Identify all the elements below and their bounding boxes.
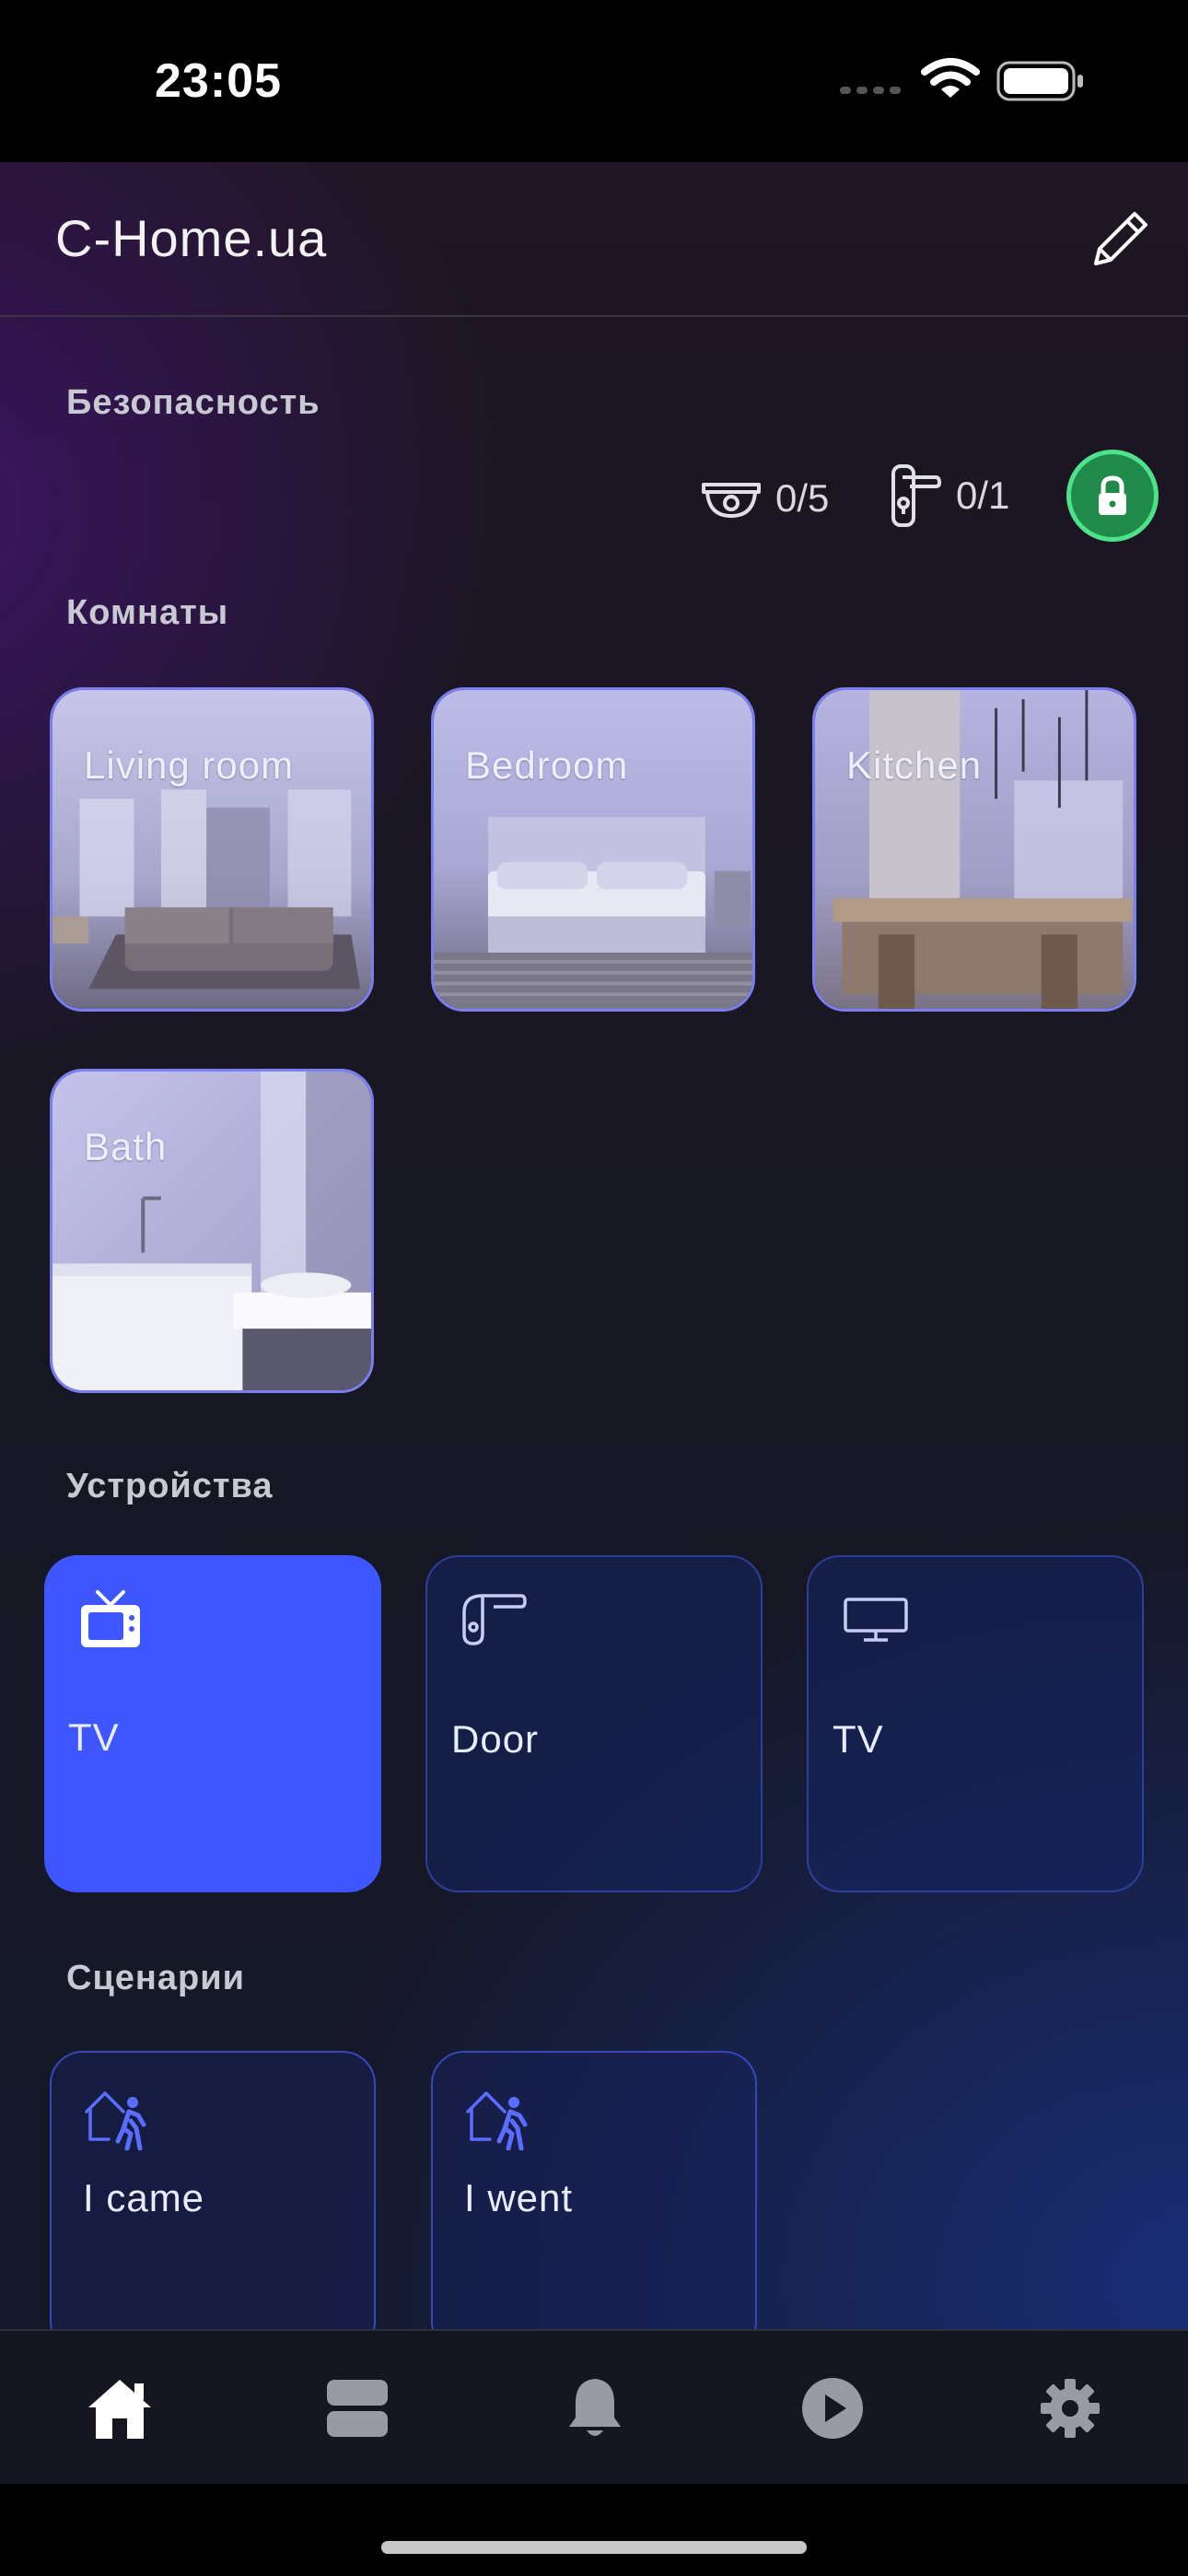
device-card-door[interactable]: Door — [425, 1555, 763, 1892]
room-label: Bath — [84, 1125, 168, 1168]
scenario-label: I went — [464, 2176, 574, 2219]
room-card-bath[interactable]: Bath — [50, 1069, 374, 1393]
door-handle-icon — [891, 464, 941, 527]
tab-home[interactable] — [46, 2331, 193, 2484]
cellular-signal-icon — [840, 87, 901, 94]
gear-icon — [1041, 2379, 1100, 2438]
camera-status[interactable]: 0/5 — [700, 466, 829, 531]
rooms-section-title: Комнаты — [66, 593, 229, 632]
bedroom-photo — [434, 690, 752, 1009]
home-walking-icon — [85, 2091, 146, 2150]
status-bar: 23:05 — [0, 0, 1188, 162]
security-section-title: Безопасность — [66, 383, 320, 422]
app-title: C-Home.ua — [55, 209, 328, 267]
tab-notifications[interactable] — [521, 2331, 669, 2484]
device-label: TV — [68, 1715, 120, 1759]
pencil-icon — [1094, 212, 1147, 265]
server-icon — [327, 2380, 388, 2437]
status-time: 23:05 — [155, 54, 282, 108]
room-label: Living room — [84, 744, 295, 787]
play-icon — [802, 2378, 863, 2439]
app-screen: C-Home.ua Безопасность 0/5 0/1 Комнаты L… — [0, 162, 1188, 2484]
door-count: 0/1 — [956, 474, 1010, 517]
scenario-card-i-came[interactable]: I came — [50, 2051, 376, 2355]
door-status[interactable]: 0/1 — [890, 459, 1009, 533]
room-card-kitchen[interactable]: Kitchen — [812, 687, 1136, 1012]
bell-icon — [569, 2379, 621, 2436]
bath-photo — [52, 1071, 371, 1390]
device-label: Door — [451, 1717, 540, 1761]
security-lock-button[interactable] — [1066, 450, 1159, 542]
home-icon — [88, 2380, 151, 2439]
monitor-icon — [844, 1598, 908, 1642]
device-card-tv[interactable]: TV — [44, 1555, 381, 1892]
tab-settings[interactable] — [996, 2331, 1144, 2484]
edit-button[interactable] — [1087, 203, 1157, 273]
scenario-card-i-went[interactable]: I went — [431, 2051, 757, 2355]
app-header: C-Home.ua — [0, 162, 1188, 317]
scenario-label: I came — [83, 2176, 205, 2219]
bottom-tab-bar — [0, 2329, 1188, 2484]
door-handle-icon — [462, 1594, 527, 1645]
battery-icon — [996, 61, 1083, 101]
home-indicator-area — [0, 2484, 1188, 2576]
device-label: TV — [833, 1717, 884, 1761]
tv-icon — [81, 1590, 140, 1647]
camera-dome-icon — [702, 483, 761, 518]
home-indicator[interactable] — [381, 2541, 807, 2554]
camera-count: 0/5 — [775, 476, 830, 520]
scenarios-section-title: Сценарии — [66, 1959, 245, 1997]
living-room-photo — [52, 690, 371, 1009]
tab-scenarios[interactable] — [759, 2331, 906, 2484]
home-walking-icon — [466, 2091, 528, 2150]
wifi-icon — [921, 58, 980, 98]
lock-icon — [1099, 475, 1126, 515]
room-card-living-room[interactable]: Living room — [50, 687, 374, 1012]
tab-devices[interactable] — [284, 2331, 431, 2484]
kitchen-photo — [815, 690, 1134, 1009]
room-label: Kitchen — [846, 744, 983, 787]
devices-section-title: Устройства — [66, 1467, 274, 1505]
room-card-bedroom[interactable]: Bedroom — [431, 687, 755, 1012]
device-card-tv[interactable]: TV — [807, 1555, 1144, 1892]
room-label: Bedroom — [465, 744, 629, 787]
